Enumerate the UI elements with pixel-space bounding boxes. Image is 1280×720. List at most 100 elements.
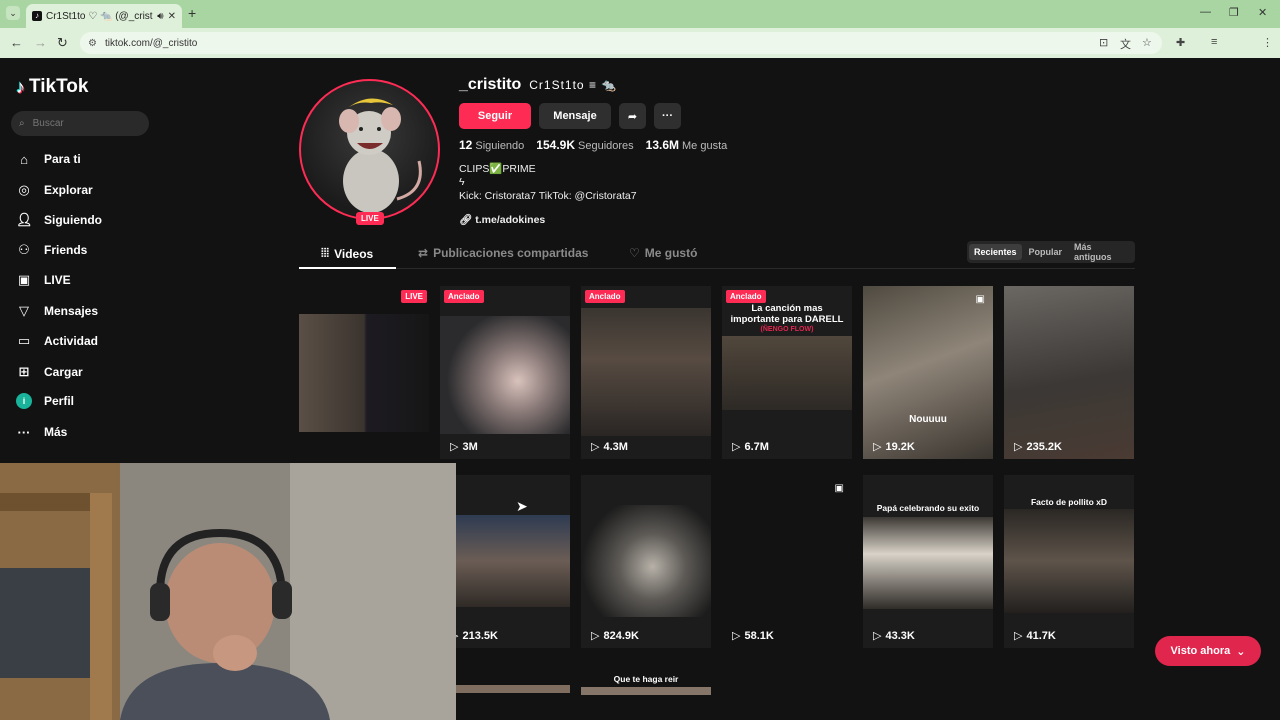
video-thumbnail [1004, 509, 1134, 613]
sort-toggle: Recientes Popular Más antiguos [967, 241, 1135, 263]
search-box[interactable]: ⌕ [11, 111, 149, 136]
upload-icon: ⊞ [18, 364, 30, 379]
close-tab-icon[interactable]: ✕ [168, 11, 176, 22]
media-icon[interactable]: ≡ [1211, 36, 1217, 48]
sidebar-item-actividad[interactable]: ▭ Actividad [16, 332, 98, 350]
video-caption-sub: (ÑENGO FLOW) [760, 326, 814, 333]
pinned-badge: Anclado [444, 290, 484, 303]
view-count: ▷213.5K [450, 629, 498, 643]
sidebar-item-cargar[interactable]: ⊞ Cargar [16, 363, 83, 381]
likes-stat: 13.6M Me gusta [645, 138, 728, 152]
video-card[interactable] [440, 685, 570, 720]
video-card[interactable]: Anclado ▷ 4.3M [581, 286, 711, 459]
video-card[interactable]: ▷ 824.9K [581, 475, 711, 648]
play-icon: ▷ [450, 441, 459, 453]
video-card[interactable]: Nouuuu ▣ ▷ 19.2K [863, 286, 993, 459]
pinned-badge: Anclado [585, 290, 625, 303]
home-icon: ⌂ [20, 151, 28, 167]
profile-username: _cristito [459, 76, 522, 93]
profile-avatar[interactable] [299, 79, 440, 220]
address-bar[interactable]: ⚙ tiktok.com/@_cristito [80, 32, 1162, 54]
profile-link[interactable]: 🔗︎ t.me/adokines [459, 213, 545, 226]
minimize-icon[interactable]: — [1200, 6, 1211, 18]
install-icon[interactable]: ⊡ [1099, 36, 1108, 49]
more-options-button[interactable]: ··· [654, 103, 681, 129]
browser-menu-icon[interactable]: ⋮ [1262, 36, 1273, 49]
sort-recent[interactable]: Recientes [969, 244, 1022, 260]
friends-icon: ⚇ [18, 242, 30, 257]
sidebar-item-para-ti[interactable]: ⌂ Para ti [16, 150, 81, 168]
more-icon: ··· [17, 424, 31, 440]
sidebar-item-explorar[interactable]: ◎ Explorar [16, 181, 92, 199]
play-icon: ▷ [1014, 441, 1023, 453]
sidebar-item-mensajes[interactable]: ▽ Mensajes [16, 302, 98, 320]
visto-ahora-button[interactable]: Visto ahora ⌄ [1155, 636, 1261, 666]
search-icon: ⌕ [19, 118, 25, 129]
site-info-icon[interactable]: ⚙ [88, 38, 97, 49]
following-stat[interactable]: 12 Siguiendo [459, 138, 524, 152]
play-icon: ▷ [873, 630, 882, 642]
sidebar-item-mas[interactable]: ··· Más [16, 423, 68, 441]
video-caption: Que te haga reir [613, 674, 679, 684]
sort-oldest[interactable]: Más antiguos [1069, 239, 1133, 265]
sidebar-item-siguiendo[interactable]: 👤︎ Siguiendo [16, 211, 102, 229]
video-card[interactable]: Anclado ▷ 3M [440, 286, 570, 459]
video-card[interactable]: LIVE [299, 286, 429, 459]
video-caption: Nouuuu [909, 414, 947, 425]
follow-button[interactable]: Seguir [459, 103, 531, 129]
tab-videos[interactable]: ⦙⦙⦙ Videos [321, 246, 373, 261]
share-icon: ➦ [627, 110, 638, 123]
audio-icon[interactable]: 🔊︎ [157, 11, 163, 22]
message-button[interactable]: Mensaje [539, 103, 611, 129]
followers-stat[interactable]: 154.9K Seguidores [536, 138, 633, 152]
video-thumbnail [722, 336, 852, 410]
video-card[interactable]: ▣ ▷ 58.1K [722, 475, 852, 648]
reload-icon[interactable]: ↻ [57, 35, 68, 51]
restore-icon[interactable]: ❐ [1229, 6, 1239, 19]
search-input[interactable] [32, 118, 133, 129]
video-thumbnail [440, 515, 570, 607]
video-card[interactable]: Papá celebrando su exito ▷ 43.3K [863, 475, 993, 648]
video-card[interactable]: ▷ 235.2K [1004, 286, 1134, 459]
tab-reposts[interactable]: ⇄ Publicaciones compartidas [418, 246, 588, 260]
new-tab-button[interactable]: + [188, 6, 196, 20]
video-card[interactable]: ▷213.5K [440, 475, 570, 648]
browser-tab[interactable]: ♪ Cr1St1to ♡ 🐀 (@_cristito 🔊︎ ✕ [26, 4, 182, 28]
heart-icon: ♡ [629, 246, 640, 260]
webcam-overlay [0, 463, 456, 720]
translate-icon[interactable]: 文 [1120, 36, 1131, 52]
video-card[interactable]: Anclado La canción mas importante para D… [722, 286, 852, 459]
photo-icon: ▣ [834, 483, 844, 494]
video-card[interactable]: Que te haga reir [581, 670, 711, 720]
photo-icon: ▣ [975, 294, 985, 305]
extensions-icon[interactable]: ✚ [1176, 36, 1185, 49]
view-count: ▷ 3M [450, 440, 478, 454]
sidebar-item-perfil[interactable]: i Perfil [16, 392, 74, 410]
message-icon: ▭ [17, 333, 31, 348]
close-window-icon[interactable]: ✕ [1258, 6, 1267, 19]
video-card[interactable]: Facto de pollito xD ▷ 41.7K [1004, 475, 1134, 648]
sort-popular[interactable]: Popular [1024, 244, 1068, 260]
play-icon: ▷ [1014, 630, 1023, 642]
rat-mascot-image [339, 98, 422, 213]
active-tab-indicator [299, 267, 396, 269]
video-thumbnail [581, 308, 711, 436]
tiktok-logo[interactable]: ♪ TikTok [16, 76, 88, 98]
ellipsis-icon: ··· [662, 110, 673, 122]
forward-icon[interactable]: → [34, 35, 47, 51]
tab-title: Cr1St1to ♡ 🐀 (@_cristito [46, 10, 154, 22]
view-count: ▷ 6.7M [732, 440, 769, 454]
sidebar-item-friends[interactable]: ⚇ Friends [16, 241, 87, 259]
back-icon[interactable]: ← [10, 35, 23, 51]
live-badge[interactable]: LIVE [356, 212, 384, 225]
browser-tab-bar: ⌄ ♪ Cr1St1to ♡ 🐀 (@_cristito 🔊︎ ✕ + — ❐ … [0, 0, 1280, 28]
tab-search-button[interactable]: ⌄ [6, 6, 20, 20]
tab-liked[interactable]: ♡ Me gustó [629, 246, 697, 260]
share-button[interactable]: ➦ [619, 103, 646, 129]
play-icon: ▷ [873, 441, 882, 453]
url-text[interactable]: tiktok.com/@_cristito [105, 38, 197, 49]
video-thumbnail [581, 505, 711, 617]
bookmark-star-icon[interactable]: ☆ [1142, 36, 1152, 49]
sidebar-item-live[interactable]: ▣ LIVE [16, 271, 71, 289]
live-icon: ▣ [17, 272, 31, 287]
